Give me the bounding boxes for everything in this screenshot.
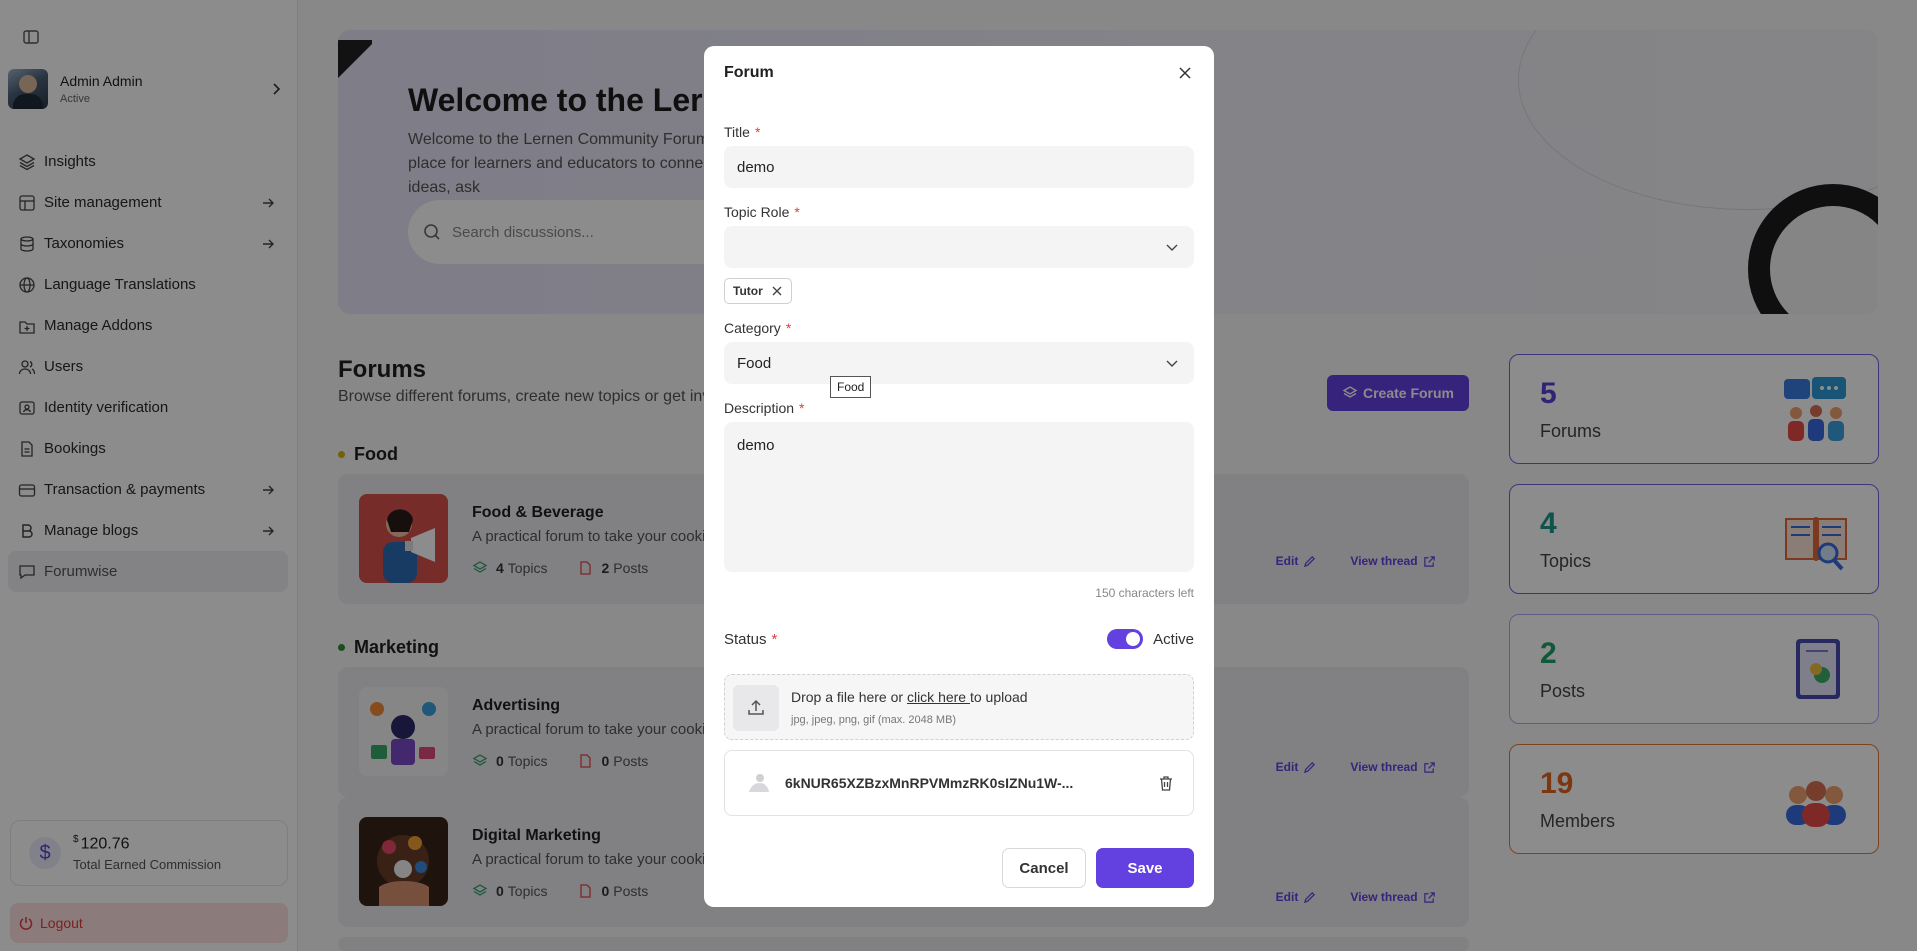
topic-role-select[interactable]: [724, 226, 1194, 268]
dropzone-text-before: Drop a file here or: [791, 689, 907, 705]
label-text: Description: [724, 400, 795, 416]
label-text: Status: [724, 630, 767, 648]
modal-title: Forum: [724, 64, 774, 81]
dropzone-text-after: to upload: [969, 689, 1028, 705]
uploaded-file: 6kNUR65XZBzxMnRPVMmzRK0sIZNu1W-...: [724, 750, 1194, 816]
cancel-button[interactable]: Cancel: [1002, 848, 1086, 888]
label-text: Category: [724, 320, 781, 336]
save-button[interactable]: Save: [1096, 848, 1194, 888]
category-select[interactable]: Food: [724, 342, 1194, 384]
characters-left: 150 characters left: [1095, 586, 1194, 600]
file-name: 6kNUR65XZBzxMnRPVMmzRK0sIZNu1W-...: [785, 775, 1074, 791]
file-dropzone[interactable]: Drop a file here or click here to upload…: [724, 674, 1194, 740]
category-tooltip: Food: [830, 376, 872, 398]
close-icon[interactable]: [1176, 64, 1194, 82]
topic-role-label: Topic Role *: [724, 204, 800, 220]
status-row: Status * Active: [724, 629, 1194, 649]
title-label: Title *: [724, 124, 761, 140]
dropzone-text: Drop a file here or click here to upload: [791, 689, 1028, 705]
chip-label: Tutor: [733, 284, 763, 298]
status-value: Active: [1153, 630, 1194, 648]
remove-chip-icon[interactable]: [771, 285, 783, 297]
topic-role-chip: Tutor: [724, 278, 792, 304]
chevron-down-icon: [1166, 360, 1178, 367]
click-here-link[interactable]: click here: [907, 689, 970, 705]
status-label: Status *: [724, 630, 778, 648]
label-text: Title: [724, 124, 750, 140]
category-label: Category *: [724, 320, 792, 336]
input-value: demo: [737, 158, 775, 176]
title-input[interactable]: demo: [724, 146, 1194, 188]
description-textarea[interactable]: demo: [724, 422, 1194, 572]
image-placeholder-icon: [749, 774, 769, 792]
label-text: Topic Role: [724, 204, 790, 220]
upload-icon: [733, 685, 779, 731]
forum-modal: Forum Title * demo Topic Role * Tutor Cate…: [704, 46, 1214, 907]
chevron-down-icon: [1166, 244, 1178, 251]
dropzone-hint: jpg, jpeg, png, gif (max. 2048 MB): [791, 714, 957, 726]
trash-icon[interactable]: [1157, 774, 1175, 792]
status-toggle[interactable]: [1107, 629, 1144, 649]
select-value: Food: [737, 354, 772, 372]
description-label: Description *: [724, 400, 805, 416]
